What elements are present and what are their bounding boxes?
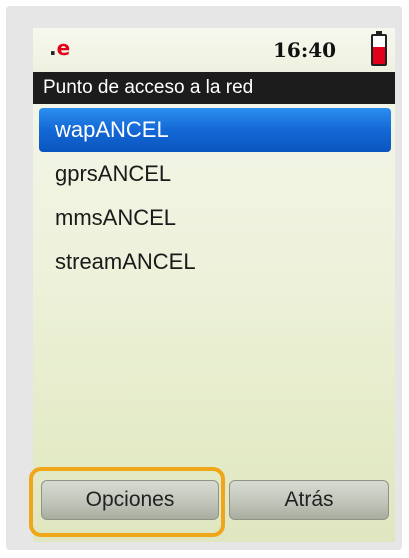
battery-level <box>373 47 385 64</box>
phone-screen: .e 16:40 Punto de acceso a la red wapANC… <box>33 28 395 542</box>
access-point-list: wapANCEL gprsANCEL mmsANCEL streamANCEL <box>33 108 395 284</box>
list-item-streamancel[interactable]: streamANCEL <box>39 240 391 284</box>
list-item-wapancel[interactable]: wapANCEL <box>39 108 391 152</box>
battery-icon <box>371 31 387 66</box>
list-item-gprsancel[interactable]: gprsANCEL <box>39 152 391 196</box>
clock: 16:40 <box>273 38 337 62</box>
list-item-mmsancel[interactable]: mmsANCEL <box>39 196 391 240</box>
operator-logo-icon: .e <box>49 36 71 60</box>
status-bar: .e 16:40 <box>33 28 395 72</box>
back-button[interactable]: Atrás <box>229 480 389 520</box>
page-title: Punto de acceso a la red <box>33 72 395 104</box>
options-highlight-ring <box>29 467 225 537</box>
